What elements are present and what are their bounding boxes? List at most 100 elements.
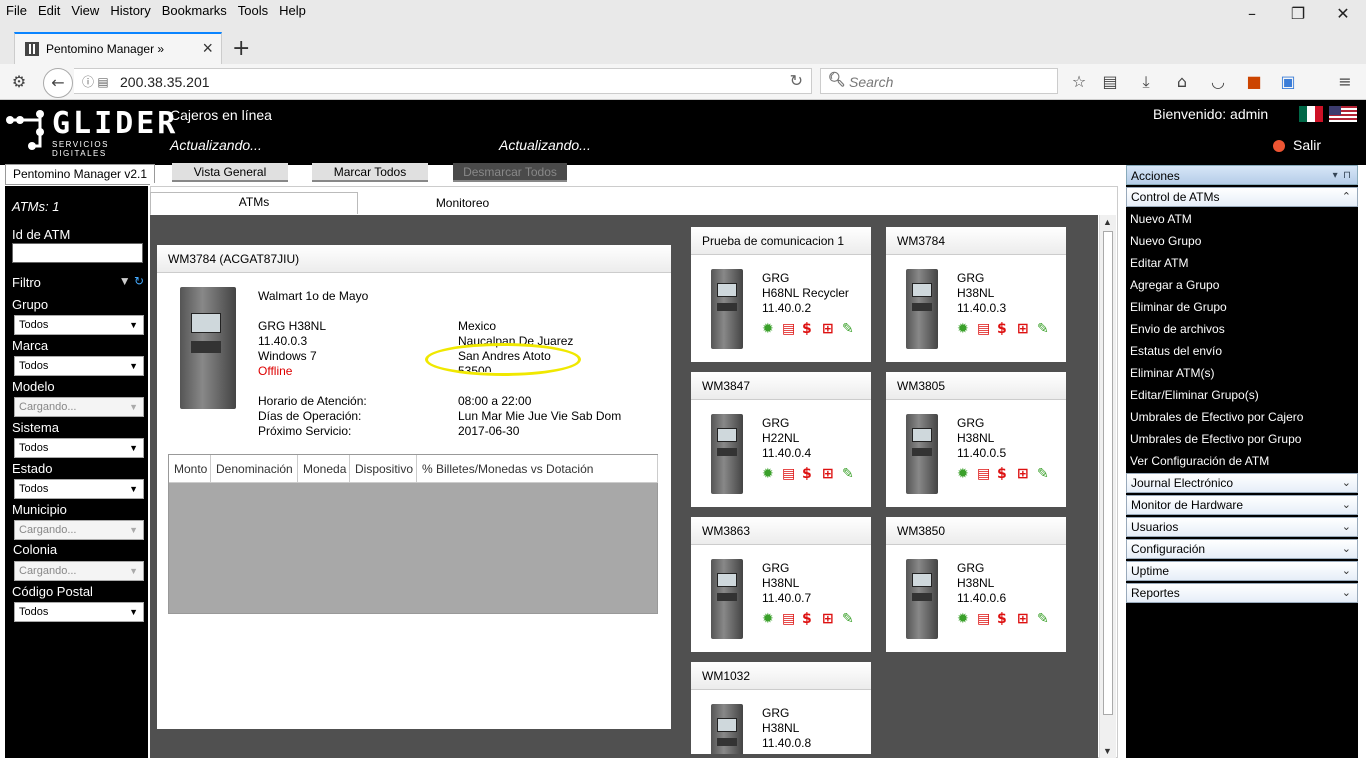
gear-icon[interactable]: ✹ bbox=[957, 611, 969, 627]
gear-icon[interactable]: ✹ bbox=[762, 611, 774, 627]
action-eliminar-atms[interactable]: Eliminar ATM(s) bbox=[1130, 366, 1214, 380]
document-icon[interactable]: ▤ bbox=[977, 466, 990, 482]
document-icon[interactable]: ▤ bbox=[782, 611, 795, 627]
dollar-icon[interactable]: $ bbox=[802, 321, 812, 337]
marcar-todos-button[interactable]: Marcar Todos bbox=[312, 163, 428, 182]
group-journal[interactable]: Journal Electrónico ⌄ bbox=[1126, 473, 1358, 493]
group-control-atms[interactable]: Control de ATMs ⌃ bbox=[1126, 187, 1358, 207]
gear-icon[interactable]: ✹ bbox=[762, 466, 774, 482]
gear-icon[interactable]: ✹ bbox=[957, 466, 969, 482]
action-nuevo-atm[interactable]: Nuevo ATM bbox=[1130, 212, 1192, 226]
action-nuevo-grupo[interactable]: Nuevo Grupo bbox=[1130, 234, 1201, 248]
menu-view[interactable]: View bbox=[65, 0, 104, 18]
menu-gear-icon[interactable]: ⚙ bbox=[5, 68, 33, 96]
menu-tools[interactable]: Tools bbox=[232, 0, 273, 18]
wrench-icon[interactable]: ✎ bbox=[842, 466, 854, 482]
vista-general-button[interactable]: Vista General bbox=[172, 163, 288, 182]
action-ver-configuracion[interactable]: Ver Configuración de ATM bbox=[1130, 454, 1269, 468]
pocket-icon[interactable]: ◡ bbox=[1204, 68, 1232, 96]
reader-icon[interactable]: ▤ bbox=[1096, 68, 1124, 96]
municipio-select[interactable]: Cargando... ▼ bbox=[14, 520, 144, 540]
close-tab-icon[interactable]: × bbox=[202, 38, 213, 59]
atm-card[interactable]: WM1032 GRG H38NL 11.40.0.8 bbox=[691, 662, 871, 754]
bookmark-star-icon[interactable]: ☆ bbox=[1065, 68, 1093, 96]
usa-flag-icon[interactable] bbox=[1329, 106, 1357, 122]
network-icon[interactable]: ⊞ bbox=[822, 321, 834, 337]
wrench-icon[interactable]: ✎ bbox=[842, 321, 854, 337]
network-icon[interactable]: ⊞ bbox=[1017, 321, 1029, 337]
table-header-moneda[interactable]: Moneda bbox=[298, 455, 350, 483]
new-tab-icon[interactable]: + bbox=[232, 36, 250, 61]
desmarcar-todos-button[interactable]: Desmarcar Todos bbox=[453, 163, 567, 182]
action-umbrales-cajero[interactable]: Umbrales de Efectivo por Cajero bbox=[1130, 410, 1303, 424]
table-header-porcentaje[interactable]: % Billetes/Monedas vs Dotación bbox=[417, 455, 658, 483]
network-icon[interactable]: ⊞ bbox=[1017, 466, 1029, 482]
grupo-select[interactable]: Todos ▼ bbox=[14, 315, 144, 335]
gear-icon[interactable]: ✹ bbox=[762, 321, 774, 337]
document-icon[interactable]: ▤ bbox=[977, 611, 990, 627]
menu-history[interactable]: History bbox=[104, 0, 155, 18]
download-icon[interactable]: ⤓ bbox=[1132, 68, 1160, 96]
scroll-thumb[interactable] bbox=[1103, 231, 1113, 715]
home-icon[interactable]: ⌂ bbox=[1168, 68, 1196, 96]
action-eliminar-de-grupo[interactable]: Eliminar de Grupo bbox=[1130, 300, 1227, 314]
wrench-icon[interactable]: ✎ bbox=[1037, 321, 1049, 337]
reload-icon[interactable]: ↻ bbox=[790, 71, 803, 91]
table-header-monto[interactable]: Monto bbox=[169, 455, 211, 483]
network-icon[interactable]: ⊞ bbox=[822, 466, 834, 482]
menu-file[interactable]: File bbox=[0, 0, 32, 18]
back-icon[interactable]: ← bbox=[43, 68, 73, 98]
scroll-down-icon[interactable]: ▼ bbox=[1103, 746, 1112, 756]
action-editar-atm[interactable]: Editar ATM bbox=[1130, 256, 1188, 270]
action-estatus-envio[interactable]: Estatus del envío bbox=[1130, 344, 1222, 358]
search-input[interactable]: 🔍︎ Search bbox=[820, 68, 1058, 94]
scroll-up-icon[interactable]: ▲ bbox=[1103, 217, 1112, 227]
url-bar[interactable]: ⓘ ▤ 200.38.35.201 ↻ bbox=[74, 68, 812, 94]
sistema-select[interactable]: Todos ▼ bbox=[14, 438, 144, 458]
document-icon[interactable]: ▤ bbox=[782, 466, 795, 482]
dollar-icon[interactable]: $ bbox=[997, 321, 1007, 337]
dollar-icon[interactable]: $ bbox=[802, 611, 812, 627]
group-usuarios[interactable]: Usuarios ⌄ bbox=[1126, 517, 1358, 537]
mexico-flag-icon[interactable] bbox=[1299, 106, 1323, 122]
dollar-icon[interactable]: $ bbox=[997, 466, 1007, 482]
atm-id-input[interactable] bbox=[12, 243, 143, 263]
modelo-select[interactable]: Cargando... ▼ bbox=[14, 397, 144, 417]
atm-card[interactable]: WM3784 GRG H38NL 11.40.0.3 ✹ ▤ $ ⊞ ✎ bbox=[886, 227, 1066, 362]
action-editar-eliminar-grupos[interactable]: Editar/Eliminar Grupo(s) bbox=[1130, 388, 1259, 402]
extension-icon[interactable]: ■ bbox=[1240, 68, 1268, 96]
gear-icon[interactable]: ✹ bbox=[957, 321, 969, 337]
funnel-icon[interactable]: ▼ bbox=[119, 274, 131, 288]
dollar-icon[interactable]: $ bbox=[997, 611, 1007, 627]
dollar-icon[interactable]: $ bbox=[802, 466, 812, 482]
refresh-icon[interactable]: ↻ bbox=[134, 274, 144, 288]
marca-select[interactable]: Todos ▼ bbox=[14, 356, 144, 376]
wrench-icon[interactable]: ✎ bbox=[842, 611, 854, 627]
group-monitor-hardware[interactable]: Monitor de Hardware ⌄ bbox=[1126, 495, 1358, 515]
tab-atms[interactable]: ATMs bbox=[150, 192, 358, 214]
panel-controls-icon[interactable]: ▾ ⊓ bbox=[1333, 166, 1351, 186]
atm-card[interactable]: WM3850 GRG H38NL 11.40.0.6 ✹ ▤ $ ⊞ ✎ bbox=[886, 517, 1066, 652]
document-icon[interactable]: ▤ bbox=[977, 321, 990, 337]
atm-card[interactable]: Prueba de comunicacion 1 GRG H68NL Recycle… bbox=[691, 227, 871, 362]
scrollbar[interactable]: ▲ ▼ bbox=[1099, 215, 1116, 758]
estado-select[interactable]: Todos ▼ bbox=[14, 479, 144, 499]
browser-tab[interactable]: Pentomino Manager » × bbox=[14, 32, 222, 64]
info-icon[interactable]: ⓘ ▤ bbox=[82, 73, 109, 90]
document-icon[interactable]: ▤ bbox=[782, 321, 795, 337]
colonia-select[interactable]: Cargando... ▼ bbox=[14, 561, 144, 581]
network-icon[interactable]: ⊞ bbox=[822, 611, 834, 627]
atm-card[interactable]: WM3805 GRG H38NL 11.40.0.5 ✹ ▤ $ ⊞ ✎ bbox=[886, 372, 1066, 507]
menu-bookmarks[interactable]: Bookmarks bbox=[156, 0, 232, 18]
wrench-icon[interactable]: ✎ bbox=[1037, 611, 1049, 627]
menu-edit[interactable]: Edit bbox=[32, 0, 65, 18]
group-reportes[interactable]: Reportes ⌄ bbox=[1126, 583, 1358, 603]
atm-card[interactable]: WM3847 GRG H22NL 11.40.0.4 ✹ ▤ $ ⊞ ✎ bbox=[691, 372, 871, 507]
action-agregar-grupo[interactable]: Agregar a Grupo bbox=[1130, 278, 1219, 292]
network-icon[interactable]: ⊞ bbox=[1017, 611, 1029, 627]
tab-monitoreo[interactable]: Monitoreo bbox=[370, 196, 555, 210]
wrench-icon[interactable]: ✎ bbox=[1037, 466, 1049, 482]
logout-button[interactable]: Salir bbox=[1273, 137, 1321, 153]
group-uptime[interactable]: Uptime ⌄ bbox=[1126, 561, 1358, 581]
extension-qj-icon[interactable]: ▣ bbox=[1274, 68, 1302, 96]
